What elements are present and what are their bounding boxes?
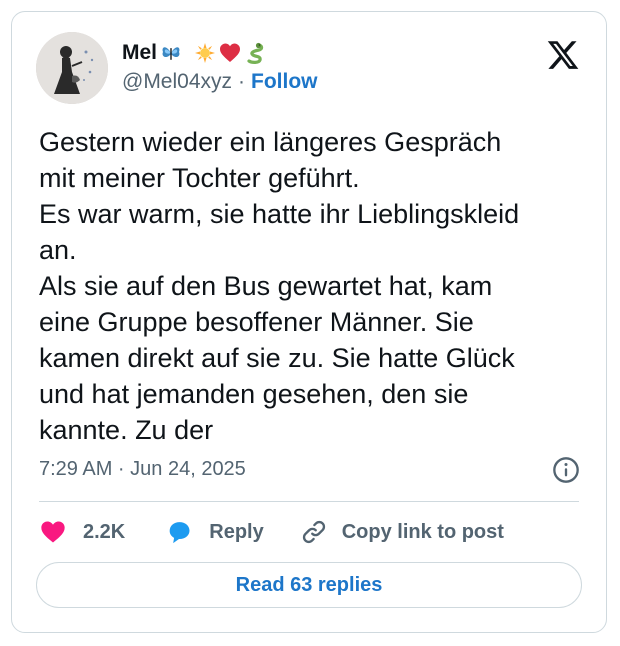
link-icon — [302, 520, 325, 544]
reply-label: Reply — [209, 520, 264, 543]
embedded-post-card: Mel @Mel04xyz · Follow Gestern wieder ei… — [11, 11, 607, 633]
info-icon[interactable] — [552, 456, 580, 484]
butterfly-icon — [162, 47, 180, 60]
divider — [39, 501, 579, 502]
post-timestamp[interactable]: 7:29 AM · Jun 24, 2025 — [39, 458, 246, 481]
avatar[interactable] — [36, 32, 108, 104]
separator-dot: · — [238, 70, 246, 93]
reply-bubble-icon — [169, 522, 190, 544]
copy-link-button[interactable]: Copy link to post — [300, 518, 504, 546]
post-text: Gestern wieder ein längeres Gespräch mit… — [39, 127, 520, 445]
like-button[interactable]: 2.2K — [39, 518, 125, 546]
copy-link-label: Copy link to post — [341, 520, 504, 543]
reply-button[interactable]: Reply — [165, 518, 264, 546]
like-count: 2.2K — [83, 520, 126, 543]
author-handle[interactable]: @Mel04xyz — [122, 70, 232, 94]
heart-icon — [41, 521, 65, 543]
author-handle-row: @Mel04xyz · Follow — [122, 70, 318, 94]
read-replies-button[interactable]: Read 63 replies — [36, 562, 582, 608]
author-name-row[interactable]: Mel — [122, 38, 266, 68]
x-logo-icon[interactable] — [546, 38, 580, 72]
sun-icon — [195, 43, 216, 63]
heart-icon — [220, 43, 241, 62]
follow-button[interactable]: Follow — [251, 70, 318, 94]
avatar-image — [36, 32, 108, 104]
snake-icon — [247, 42, 264, 64]
author-display-name[interactable]: Mel — [122, 41, 157, 65]
post-actions: 2.2K Reply Copy link to post — [39, 515, 504, 549]
